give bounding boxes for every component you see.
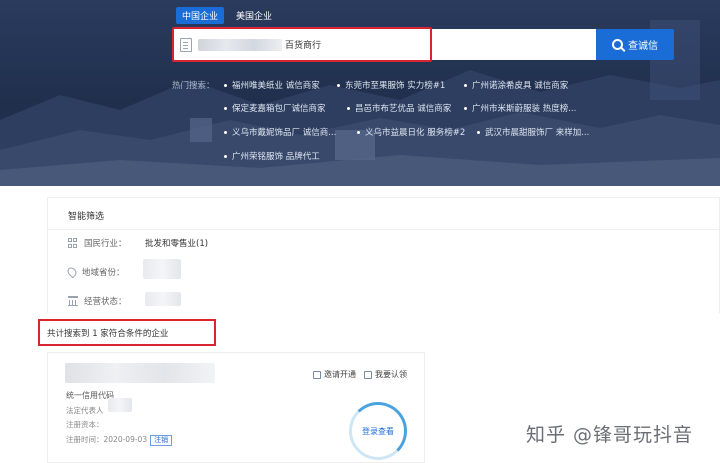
hot-search-item[interactable]: 义乌市戴妮饰品厂 诚信商...: [224, 126, 336, 138]
hot-search-item[interactable]: 保定麦嘉箱包厂诚信商家: [224, 102, 326, 114]
tab-china[interactable]: 中国企业: [176, 7, 225, 24]
hot-search-label: 热门搜索：: [172, 81, 215, 91]
company-result-card[interactable]: 邀请开通 我要认领 统一信用代码 法定代表人 注册资本： 注册时间：2020-0…: [47, 352, 425, 463]
login-to-view-button[interactable]: 登录查看: [349, 402, 407, 460]
hot-search-item[interactable]: 福州唯美纸业 诚信商家: [224, 79, 320, 91]
search-icon: [612, 39, 623, 50]
invite-icon: [313, 370, 321, 379]
smart-filter-panel: 智能筛选 国民行业： 批发和零售业(1) 地域省份： 经营状态：: [47, 197, 720, 313]
redacted-company-name: [65, 363, 215, 383]
filter-row-industry: 国民行业：: [68, 237, 127, 249]
filter-row-region: 地域省份：: [65, 265, 125, 279]
document-icon: [180, 37, 192, 52]
invite-button[interactable]: 邀请开通: [313, 369, 356, 380]
search-button[interactable]: 查诚信: [596, 29, 674, 60]
credit-code-label: 统一信用代码: [66, 391, 114, 400]
status-badge: 注销: [150, 435, 173, 446]
filter-option-wholesale-retail[interactable]: 批发和零售业(1): [145, 237, 208, 249]
watermark: 知乎 @锋哥玩抖音: [526, 424, 694, 446]
legal-rep-label: 法定代表人: [66, 406, 104, 415]
redacted-status-option[interactable]: [145, 292, 181, 306]
redacted-legal-rep: [108, 398, 132, 412]
hot-search-item[interactable]: 广州市米斯蔚服装 热度榜...: [464, 102, 576, 114]
search-value: 百货商行: [285, 41, 322, 51]
grid-icon: [68, 238, 78, 248]
hero-banner: 中国企业 美国企业 百货商行 查诚信 热门搜索： 福州唯美纸业 诚信商家 东莞市…: [0, 0, 720, 186]
reg-time-row: 注册时间：2020-09-03 注销: [66, 434, 173, 446]
result-count: 共计搜索到 1 家符合条件的企业: [47, 329, 169, 339]
hot-search-item[interactable]: 义乌市益晨日化 服务榜#2: [357, 126, 465, 138]
filter-label: 经营状态：: [84, 297, 127, 307]
redacted-search-text: [198, 38, 282, 51]
claim-label: 我要认领: [375, 370, 407, 379]
hot-search-item[interactable]: 武汉市晨甜服饰厂 来样加...: [477, 126, 589, 138]
redacted-region-option[interactable]: [143, 259, 181, 279]
hot-search-item[interactable]: 昌邑市布艺优品 诚信商家: [347, 102, 451, 114]
search-input[interactable]: 百货商行: [172, 29, 596, 60]
hot-search-item[interactable]: 广州荣铭服饰 品牌代工: [224, 150, 320, 162]
login-label: 登录查看: [362, 426, 394, 436]
location-pin-icon: [65, 265, 79, 279]
region-tabs: 中国企业 美国企业: [176, 7, 278, 24]
reg-time-value: 2020-09-03: [103, 435, 148, 444]
bank-icon: [68, 296, 78, 306]
hot-search-item[interactable]: 广州诺涂希皮具 诚信商家: [464, 79, 568, 91]
tab-usa[interactable]: 美国企业: [230, 7, 278, 24]
filter-label: 地域省份：: [82, 268, 125, 278]
user-icon: [364, 370, 372, 379]
filter-label: 国民行业：: [84, 239, 127, 249]
divider: [48, 229, 720, 230]
hot-search-item[interactable]: 东莞市至果服饰 实力榜#1: [337, 79, 445, 91]
card-actions: 邀请开通 我要认领: [313, 369, 407, 380]
invite-label: 邀请开通: [324, 370, 356, 379]
reg-capital-label: 注册资本：: [66, 420, 104, 429]
filter-title: 智能筛选: [68, 212, 105, 222]
search-button-label: 查诚信: [628, 41, 658, 52]
filter-row-status: 经营状态：: [68, 295, 127, 307]
reg-time-label: 注册时间：: [66, 435, 104, 444]
great-wall-background: [0, 20, 720, 186]
claim-button[interactable]: 我要认领: [364, 369, 407, 380]
